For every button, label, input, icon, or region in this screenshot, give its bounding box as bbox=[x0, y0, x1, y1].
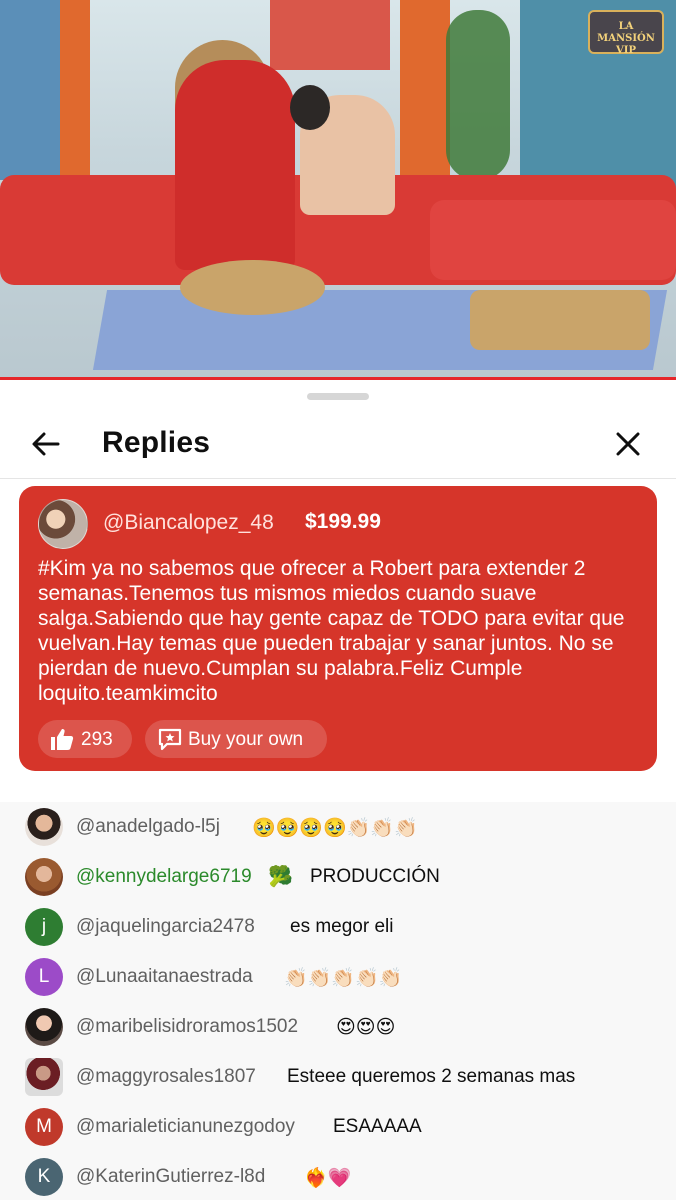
video-scene-sofa bbox=[430, 200, 676, 280]
close-button[interactable] bbox=[610, 426, 646, 462]
avatar[interactable]: L bbox=[25, 958, 63, 996]
chat-text: 🥹🥹🥹🥹👏🏻👏🏻👏🏻 bbox=[252, 818, 418, 839]
video-scene-wall bbox=[60, 0, 90, 180]
chat-message[interactable]: M @marialeticianunezgodoy ESAAAAA bbox=[0, 1102, 676, 1152]
avatar[interactable] bbox=[25, 858, 63, 896]
close-icon bbox=[616, 432, 640, 456]
chat-author[interactable]: @marialeticianunezgodoy bbox=[76, 1116, 295, 1138]
super-chat-card: @Biancalopez_48 $199.99 #Kim ya no sabem… bbox=[19, 486, 657, 771]
chat-message[interactable]: K @KaterinGutierrez-l8d ❤️‍🔥💗 bbox=[0, 1152, 676, 1202]
chat-text: 😍😍😍 bbox=[336, 1017, 396, 1038]
thumbs-up-icon bbox=[51, 729, 74, 750]
video-player[interactable]: LA MANSIÓN VIP bbox=[0, 0, 676, 380]
video-scene-basket bbox=[180, 260, 325, 315]
video-scene-basket bbox=[470, 290, 650, 350]
chat-author[interactable]: @anadelgado-l5j bbox=[76, 816, 220, 838]
chat-message[interactable]: j @jaquelingarcia2478 es megor eli bbox=[0, 902, 676, 952]
buy-your-own-label: Buy your own bbox=[188, 729, 304, 750]
header-divider bbox=[0, 478, 676, 479]
chat-text: PRODUCCIÓN bbox=[310, 866, 440, 887]
chat-text: ❤️‍🔥💗 bbox=[304, 1168, 352, 1189]
replies-sheet: Replies @Biancalopez_48 $199.99 #Kim ya … bbox=[0, 380, 676, 1200]
back-arrow-icon bbox=[32, 432, 60, 456]
avatar[interactable] bbox=[25, 808, 63, 846]
buy-your-own-button[interactable]: Buy your own bbox=[145, 720, 327, 758]
chat-author[interactable]: @Lunaaitanaestrada bbox=[76, 966, 253, 988]
chat-message[interactable]: @maribelisidroramos1502 😍😍😍 bbox=[0, 1002, 676, 1052]
live-chat-list: @anadelgado-l5j 🥹🥹🥹🥹👏🏻👏🏻👏🏻 @kennydelarge… bbox=[0, 802, 676, 1200]
video-scene-panel bbox=[270, 0, 390, 70]
channel-logo: LA MANSIÓN VIP bbox=[588, 10, 664, 56]
video-scene-plant bbox=[446, 10, 510, 180]
super-chat-icon bbox=[158, 728, 182, 751]
chat-message[interactable]: @kennydelarge6719 🥦 PRODUCCIÓN bbox=[0, 852, 676, 902]
chat-message[interactable]: @maggyrosales1807 Esteee queremos 2 sema… bbox=[0, 1052, 676, 1102]
like-button[interactable]: 293 bbox=[38, 720, 132, 758]
avatar[interactable] bbox=[25, 1058, 63, 1096]
super-chat-author[interactable]: @Biancalopez_48 bbox=[103, 511, 274, 535]
chat-author[interactable]: @jaquelingarcia2478 bbox=[76, 916, 255, 938]
chat-text: ESAAAAA bbox=[333, 1116, 422, 1137]
chat-author[interactable]: @maggyrosales1807 bbox=[76, 1066, 256, 1088]
like-count: 293 bbox=[81, 729, 113, 750]
avatar[interactable]: j bbox=[25, 908, 63, 946]
page-title: Replies bbox=[102, 426, 211, 459]
video-scene-person bbox=[175, 60, 295, 270]
member-badge-icon: 🥦 bbox=[268, 866, 293, 888]
avatar[interactable]: K bbox=[25, 1158, 63, 1196]
video-scene-wall bbox=[400, 0, 450, 200]
back-button[interactable] bbox=[28, 426, 68, 462]
video-scene-person bbox=[290, 85, 330, 130]
chat-author[interactable]: @kennydelarge6719 bbox=[76, 866, 252, 888]
logo-line2: VIP bbox=[616, 45, 636, 56]
chat-text: Esteee queremos 2 semanas mas bbox=[287, 1066, 576, 1087]
logo-line1: LA MANSIÓN bbox=[597, 21, 655, 44]
chat-author[interactable]: @KaterinGutierrez-l8d bbox=[76, 1166, 265, 1188]
avatar[interactable]: M bbox=[25, 1108, 63, 1146]
video-scene-wall bbox=[0, 0, 60, 180]
avatar[interactable] bbox=[25, 1008, 63, 1046]
chat-text: 👏🏻👏🏻👏🏻👏🏻👏🏻 bbox=[284, 968, 403, 989]
drag-handle[interactable] bbox=[307, 393, 369, 400]
super-chat-amount: $199.99 bbox=[305, 510, 381, 533]
sheet-header: Replies bbox=[0, 410, 676, 478]
chat-message[interactable]: @anadelgado-l5j 🥹🥹🥹🥹👏🏻👏🏻👏🏻 bbox=[0, 802, 676, 852]
super-chat-message: #Kim ya no sabemos que ofrecer a Robert … bbox=[38, 557, 625, 705]
chat-message[interactable]: L @Lunaaitanaestrada 👏🏻👏🏻👏🏻👏🏻👏🏻 bbox=[0, 952, 676, 1002]
chat-author[interactable]: @maribelisidroramos1502 bbox=[76, 1016, 298, 1038]
chat-text: es megor eli bbox=[290, 916, 394, 937]
avatar[interactable] bbox=[38, 499, 88, 549]
